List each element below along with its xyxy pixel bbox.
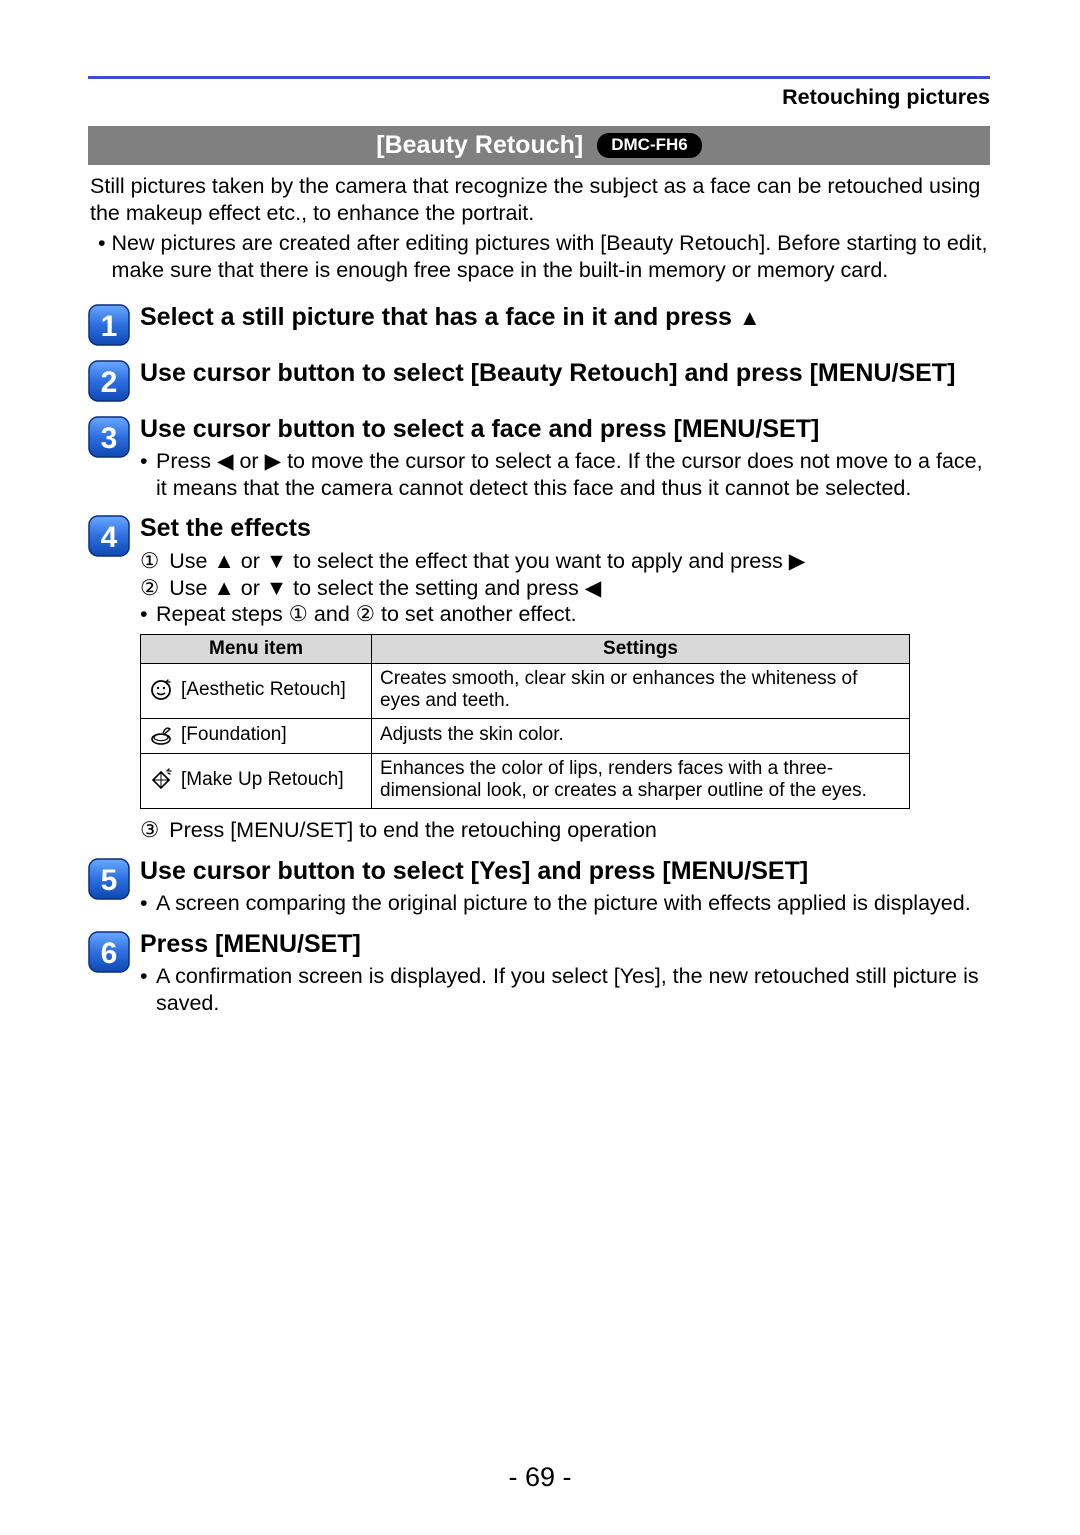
step-4-sub-1: Use ▲ or ▼ to select the effect that you… <box>169 548 990 575</box>
bullet-dot: • <box>140 890 150 917</box>
step-1-title: Select a still picture that has a face i… <box>140 302 990 333</box>
step-number-6: 6 <box>88 931 130 973</box>
step-6-title: Press [MENU/SET] <box>140 929 990 960</box>
step-3-detail: Press ◀ or ▶ to move the cursor to selec… <box>156 448 990 501</box>
svg-text:3: 3 <box>101 422 118 455</box>
down-triangle-icon: ▼ <box>266 548 287 575</box>
intro-bullet: New pictures are created after editing p… <box>112 230 990 283</box>
svg-text:4: 4 <box>101 521 118 554</box>
title-bar: [Beauty Retouch] DMC-FH6 <box>88 126 990 165</box>
svg-text:5: 5 <box>101 864 118 897</box>
step-number-1: 1 <box>88 304 130 346</box>
step-number-5: 5 <box>88 858 130 900</box>
step-5-detail: A screen comparing the original picture … <box>156 890 990 917</box>
table-header-settings: Settings <box>372 634 910 663</box>
bullet-dot: • <box>140 963 150 990</box>
step-4-title: Set the effects <box>140 513 990 544</box>
step-5: 5 Use cursor button to select [Yes] and … <box>88 856 990 917</box>
intro-paragraph: Still pictures taken by the camera that … <box>90 173 988 226</box>
step-3: 3 Use cursor button to select a face and… <box>88 414 990 502</box>
up-triangle-icon: ▲ <box>214 575 235 602</box>
step-5-title: Use cursor button to select [Yes] and pr… <box>140 856 990 887</box>
table-cell-menu-item: [Make Up Retouch] <box>181 769 344 791</box>
bullet-dot: • <box>140 601 150 628</box>
svg-text:2: 2 <box>101 366 118 399</box>
step-4-end: Press [MENU/SET] to end the retouching o… <box>169 817 990 844</box>
table-cell-settings: Adjusts the skin color. <box>372 718 910 753</box>
step-number-3: 3 <box>88 416 130 458</box>
bullet-dot: • <box>140 448 150 475</box>
step-6: 6 Press [MENU/SET] • A confirmation scre… <box>88 929 990 1017</box>
step-number-4: 4 <box>88 515 130 557</box>
up-triangle-icon: ▲ <box>739 305 761 332</box>
table-cell-settings: Creates smooth, clear skin or enhances t… <box>372 663 910 718</box>
bullet-dot: • <box>98 230 106 257</box>
right-triangle-icon: ▶ <box>265 448 282 475</box>
table-header-menu-item: Menu item <box>141 634 372 663</box>
step-2: 2 Use cursor button to select [Beauty Re… <box>88 358 990 402</box>
aesthetic-retouch-icon <box>149 678 173 702</box>
table-cell-settings: Enhances the color of lips, renders face… <box>372 753 910 808</box>
circled-2: ② <box>140 575 159 602</box>
svg-text:1: 1 <box>101 310 118 343</box>
header-rule <box>88 76 990 79</box>
section-header: Retouching pictures <box>88 85 990 110</box>
step-2-title: Use cursor button to select [Beauty Reto… <box>140 358 990 389</box>
down-triangle-icon: ▼ <box>266 575 287 602</box>
model-badge: DMC-FH6 <box>597 133 702 158</box>
step-1-title-text: Select a still picture that has a face i… <box>140 303 739 331</box>
step-4: 4 Set the effects ① Use ▲ or ▼ to select… <box>88 513 990 843</box>
circled-3: ③ <box>140 817 159 844</box>
effects-table: Menu item Settings [Aesthetic Retouch] <box>140 634 990 809</box>
step-4-repeat: Repeat steps ① and ② to set another effe… <box>156 601 990 628</box>
step-3-title: Use cursor button to select a face and p… <box>140 414 990 445</box>
table-row: [Make Up Retouch] Enhances the color of … <box>141 753 910 808</box>
step-6-detail: A confirmation screen is displayed. If y… <box>156 963 990 1016</box>
foundation-icon <box>149 723 173 747</box>
svg-text:6: 6 <box>101 937 118 970</box>
table-row: [Aesthetic Retouch] Creates smooth, clea… <box>141 663 910 718</box>
right-triangle-icon: ▶ <box>789 548 806 575</box>
left-triangle-icon: ◀ <box>217 448 234 475</box>
up-triangle-icon: ▲ <box>214 548 235 575</box>
step-1: 1 Select a still picture that has a face… <box>88 302 990 346</box>
step-4-sub-2: Use ▲ or ▼ to select the setting and pre… <box>169 575 990 602</box>
table-cell-menu-item: [Aesthetic Retouch] <box>181 679 346 701</box>
left-triangle-icon: ◀ <box>585 575 602 602</box>
table-row: [Foundation] Adjusts the skin color. <box>141 718 910 753</box>
circled-1: ① <box>140 548 159 575</box>
page-number: - 69 - <box>0 1462 1080 1493</box>
table-cell-menu-item: [Foundation] <box>181 724 287 746</box>
step-number-2: 2 <box>88 360 130 402</box>
makeup-retouch-icon <box>149 768 173 792</box>
page-title: [Beauty Retouch] <box>376 131 583 160</box>
